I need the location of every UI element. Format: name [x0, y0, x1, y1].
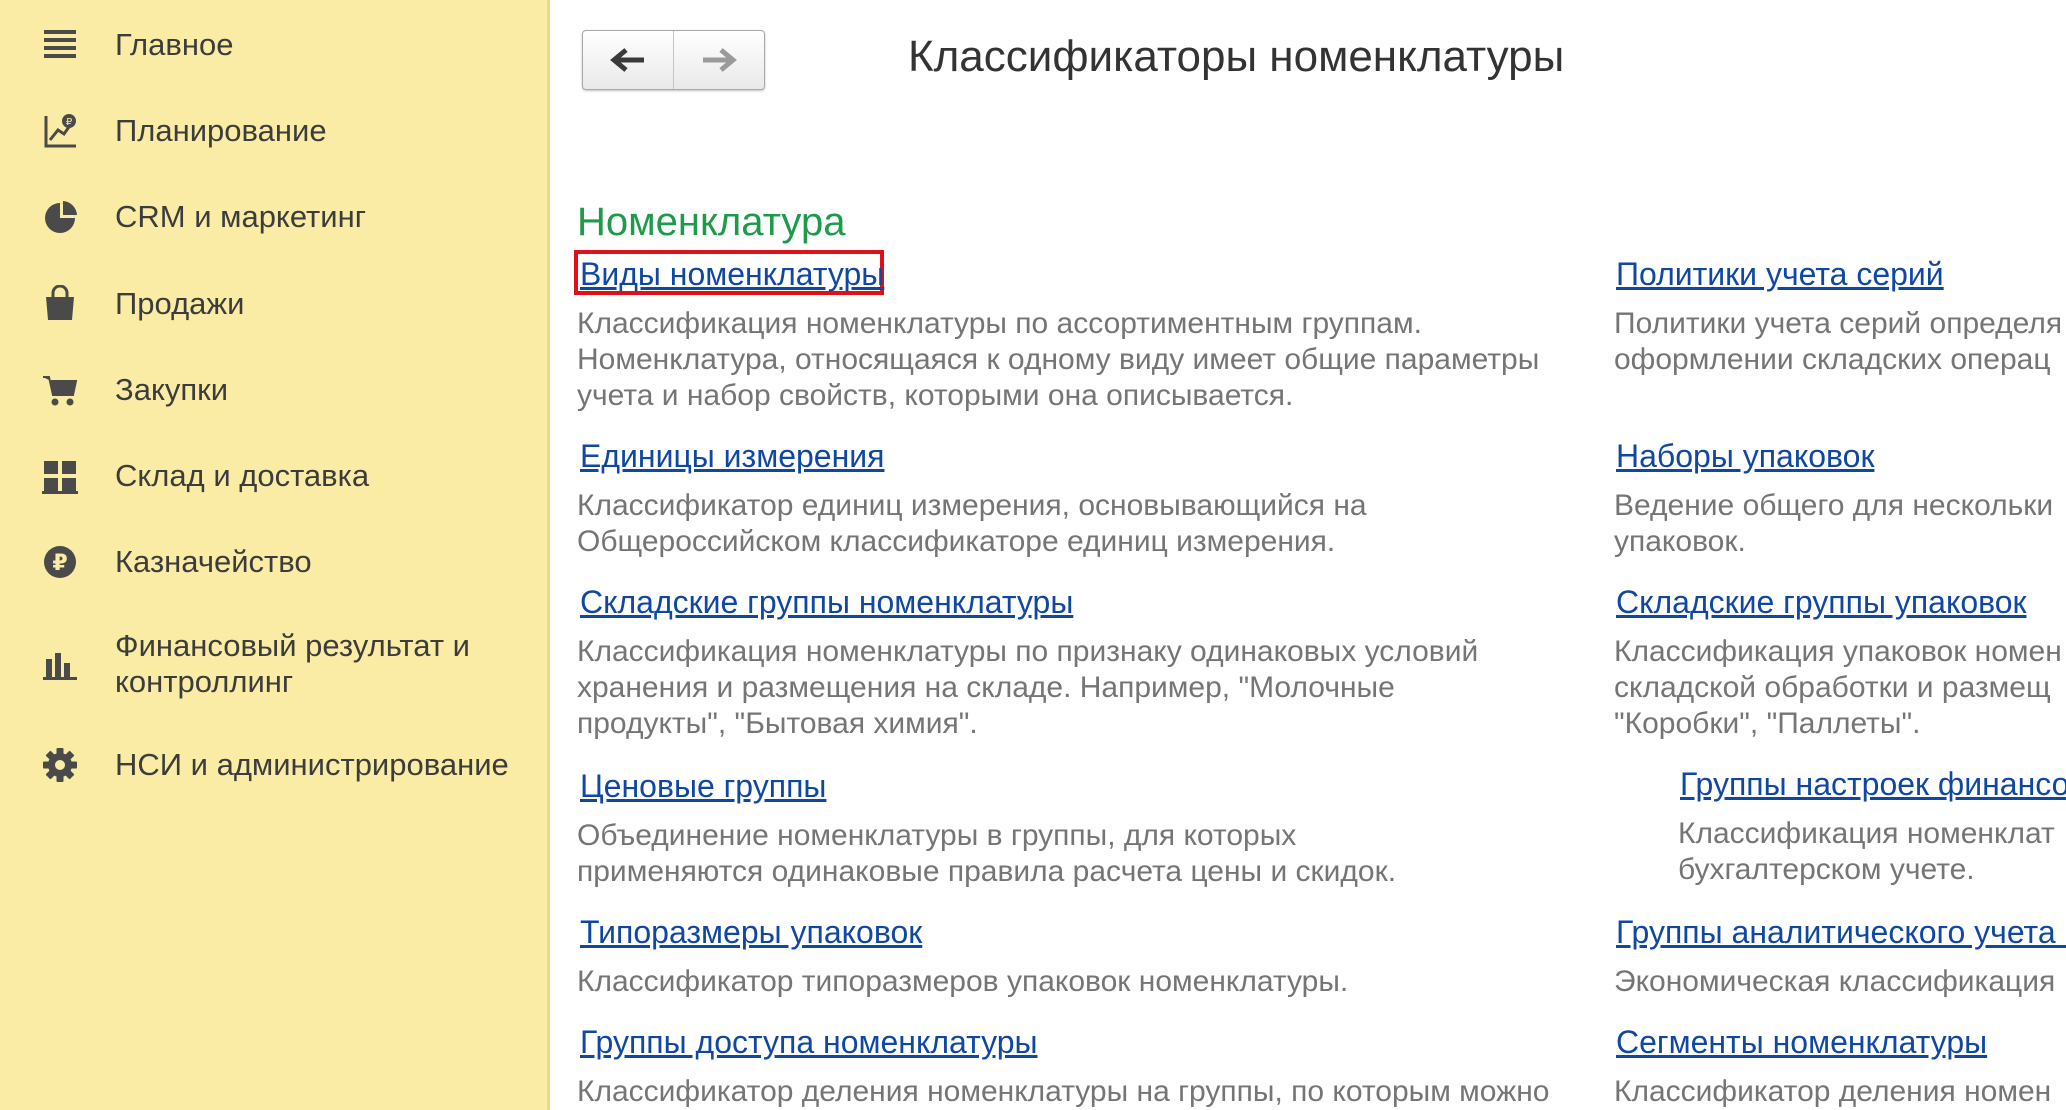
pie-chart-icon [40, 197, 80, 237]
sidebar-item-label: НСИ и администрирование [115, 747, 509, 782]
planning-chart-icon: ₽ [40, 111, 80, 151]
description: Классификатор типоразмеров упаковок номе… [577, 965, 1349, 998]
sidebar-item-label: Финансовый результат и [115, 628, 470, 663]
sidebar-item-label: Склад и доставка [115, 458, 370, 493]
link-tsenovye-gruppy[interactable]: Ценовые группы [580, 768, 826, 804]
sidebar-item-label: CRM и маркетинг [115, 199, 366, 234]
description: Классификатор деления номен [1614, 1075, 2052, 1108]
link-gruppy-analiticheskogo-ucheta[interactable]: Группы аналитического учета н [1616, 914, 2066, 950]
description: Политики учета серий определя оформлении … [1614, 307, 2063, 376]
description: Классификация упаковок номен складской об… [1614, 635, 2062, 740]
sidebar-item-financial-result[interactable]: Финансовый результат и контроллинг [0, 628, 550, 700]
link-nabory-upakovok[interactable]: Наборы упаковок [1616, 438, 1874, 474]
navigation-buttons [582, 30, 765, 90]
description: Классификация номенклатуры по ассортимен… [577, 307, 1540, 412]
svg-text:₽: ₽ [66, 117, 73, 128]
sidebar-item-crm[interactable]: CRM и маркетинг [0, 197, 550, 237]
sidebar: Главное ₽ Планирование CRM и маркетинг П… [0, 0, 550, 1110]
sidebar-item-label: Продажи [115, 286, 245, 321]
description: Классификатор деления номенклатуры на гр… [577, 1075, 1550, 1108]
sidebar-item-main[interactable]: Главное [0, 25, 550, 65]
forward-button[interactable] [673, 31, 764, 89]
right-column: Политики учета серий Политики учета сери… [1600, 0, 2066, 1110]
link-politiki-ucheta-seriy[interactable]: Политики учета серий [1616, 256, 1944, 292]
sidebar-item-purchases[interactable]: Закупки [0, 370, 550, 410]
ruble-coin-icon: ₽ [40, 542, 80, 582]
link-edinitsy-izmereniya[interactable]: Единицы измерения [580, 438, 884, 474]
link-vidy-nomenklatury[interactable]: Виды номенклатуры [580, 256, 884, 292]
description: Ведение общего для нескольки упаковок. [1614, 489, 2054, 558]
sidebar-item-nsi-admin[interactable]: НСИ и администрирование [0, 745, 550, 785]
sidebar-item-label-line2: контроллинг [115, 664, 294, 699]
description: Объединение номенклатуры в группы, для к… [577, 819, 1397, 888]
forward-arrow-icon [703, 48, 737, 72]
description: Экономическая классификация [1614, 965, 2056, 998]
page-title: Классификаторы номенклатуры [908, 32, 1565, 81]
link-skladskie-gruppy-upakovok[interactable]: Складские группы упаковок [1616, 584, 2027, 620]
section-title: Номенклатура [577, 200, 846, 244]
sidebar-item-label: Главное [115, 27, 234, 62]
link-gruppy-dostupa-nomenklatury[interactable]: Группы доступа номенклатуры [580, 1024, 1038, 1060]
back-button[interactable] [583, 31, 673, 89]
sidebar-item-sales[interactable]: Продажи [0, 284, 550, 324]
description: Классификатор единиц измерения, основыва… [577, 489, 1367, 558]
description: Классификация номенклатуры по признаку о… [577, 635, 1479, 740]
bar-chart-icon [40, 644, 80, 684]
link-tiporazmery-upakovok[interactable]: Типоразмеры упаковок [580, 914, 922, 950]
gear-icon [40, 745, 80, 785]
menu-lines-icon [40, 25, 80, 65]
shopping-cart-icon [40, 370, 80, 410]
sidebar-item-treasury[interactable]: ₽ Казначейство [0, 542, 550, 582]
sidebar-item-planning[interactable]: ₽ Планирование [0, 111, 550, 151]
warehouse-grid-icon [40, 456, 80, 496]
sidebar-item-label: Планирование [115, 113, 327, 148]
svg-text:₽: ₽ [52, 551, 67, 576]
shopping-bag-icon [40, 284, 80, 324]
link-skladskie-gruppy-nomenklatury[interactable]: Складские группы номенклатуры [580, 584, 1073, 620]
description: Классификация номенклат бухгалтерском уче… [1678, 817, 2055, 886]
link-segmenty-nomenklatury[interactable]: Сегменты номенклатуры [1616, 1024, 1987, 1060]
sidebar-item-warehouse[interactable]: Склад и доставка [0, 456, 550, 496]
link-gruppy-nastroek-finansov[interactable]: Группы настроек финансов [1680, 766, 2066, 802]
back-arrow-icon [610, 48, 644, 72]
sidebar-item-label: Закупки [115, 372, 229, 407]
sidebar-item-label: Казначейство [115, 544, 312, 579]
